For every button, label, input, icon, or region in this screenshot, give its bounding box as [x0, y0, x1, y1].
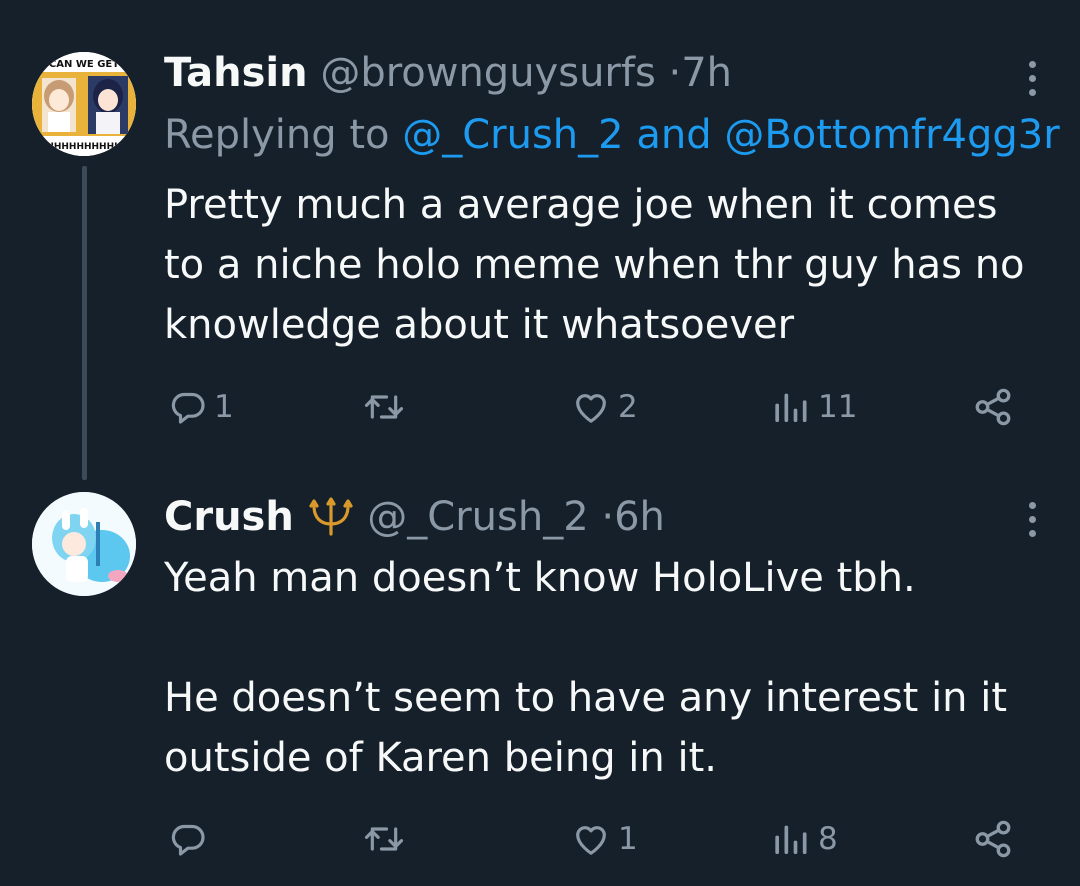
replying-to-label: Replying to [164, 112, 390, 158]
separator-dot: · [668, 50, 682, 96]
retweet-button[interactable] [362, 814, 412, 864]
tweet-paragraph: He doesn’t seem to have any interest in … [164, 675, 1008, 781]
handle[interactable]: @_Crush_2 [367, 494, 588, 540]
views-icon [775, 393, 807, 422]
tweet-text: Pretty much a average joe when it comes … [164, 182, 1025, 348]
like-icon [576, 394, 606, 423]
like-button[interactable]: 1 [570, 814, 638, 864]
reply-count: 1 [214, 389, 234, 425]
replying-and: and [636, 112, 712, 158]
share-icon [975, 388, 1011, 426]
more-icon[interactable] [1024, 56, 1040, 100]
reply-icon [171, 392, 205, 424]
views-button[interactable]: 11 [772, 382, 857, 432]
trident-icon [308, 497, 353, 536]
separator-dot: · [601, 494, 615, 540]
replying-to: Replying to @_Crush_2 and @Bottomfr4gg3r [164, 110, 1060, 160]
like-count: 2 [618, 389, 638, 425]
reply-button[interactable] [168, 814, 214, 864]
reply-button[interactable]: 1 [168, 382, 234, 432]
share-button[interactable] [972, 814, 1014, 864]
tweet-crush[interactable]: Crush @_Crush_2 ·6h Yeah man doesn’t kno… [0, 470, 1080, 886]
more-icon[interactable] [1024, 497, 1040, 541]
like-icon [576, 826, 606, 855]
views-count: 11 [818, 389, 858, 425]
tweet-text: Yeah man doesn’t know HoloLive tbh. He d… [164, 548, 1044, 788]
handle[interactable]: @brownguysurfs [320, 50, 655, 96]
tweet-tahsin[interactable]: CAN WE GET HHHHHHHHHH Tahsin @brownguysu… [0, 0, 1080, 480]
display-name[interactable]: Crush [164, 494, 294, 540]
display-name[interactable]: Tahsin [164, 50, 308, 96]
mention-link[interactable]: @_Crush_2 [402, 112, 623, 158]
timestamp[interactable]: 7h [681, 50, 732, 96]
share-button[interactable] [972, 382, 1014, 432]
timestamp[interactable]: 6h [614, 494, 665, 540]
share-icon [975, 820, 1011, 858]
tweet-header: Crush @_Crush_2 ·6h [164, 492, 665, 542]
views-icon [775, 825, 807, 854]
tweet-paragraph: Yeah man doesn’t know HoloLive tbh. [164, 555, 916, 601]
views-count: 8 [818, 821, 838, 857]
views-button[interactable]: 8 [772, 814, 838, 864]
tweet-header: Tahsin @brownguysurfs ·7h [164, 48, 732, 98]
like-button[interactable]: 2 [570, 382, 638, 432]
retweet-icon [364, 827, 404, 851]
avatar-crush[interactable] [32, 492, 136, 596]
retweet-button[interactable] [362, 382, 412, 432]
like-count: 1 [618, 821, 638, 857]
tweet-actions: 1 2 11 [0, 382, 1080, 432]
reply-icon [171, 824, 205, 856]
retweet-icon [364, 395, 404, 419]
tweet-actions: 1 8 [0, 814, 1080, 864]
mention-link[interactable]: @Bottomfr4gg3r [724, 112, 1059, 158]
thread-line [82, 166, 87, 480]
avatar-tahsin[interactable]: CAN WE GET HHHHHHHHHH [32, 52, 136, 156]
svg-text:CAN WE GET: CAN WE GET [49, 59, 119, 70]
svg-text:HHHHHHHHHH: HHHHHHHHHH [46, 142, 121, 152]
